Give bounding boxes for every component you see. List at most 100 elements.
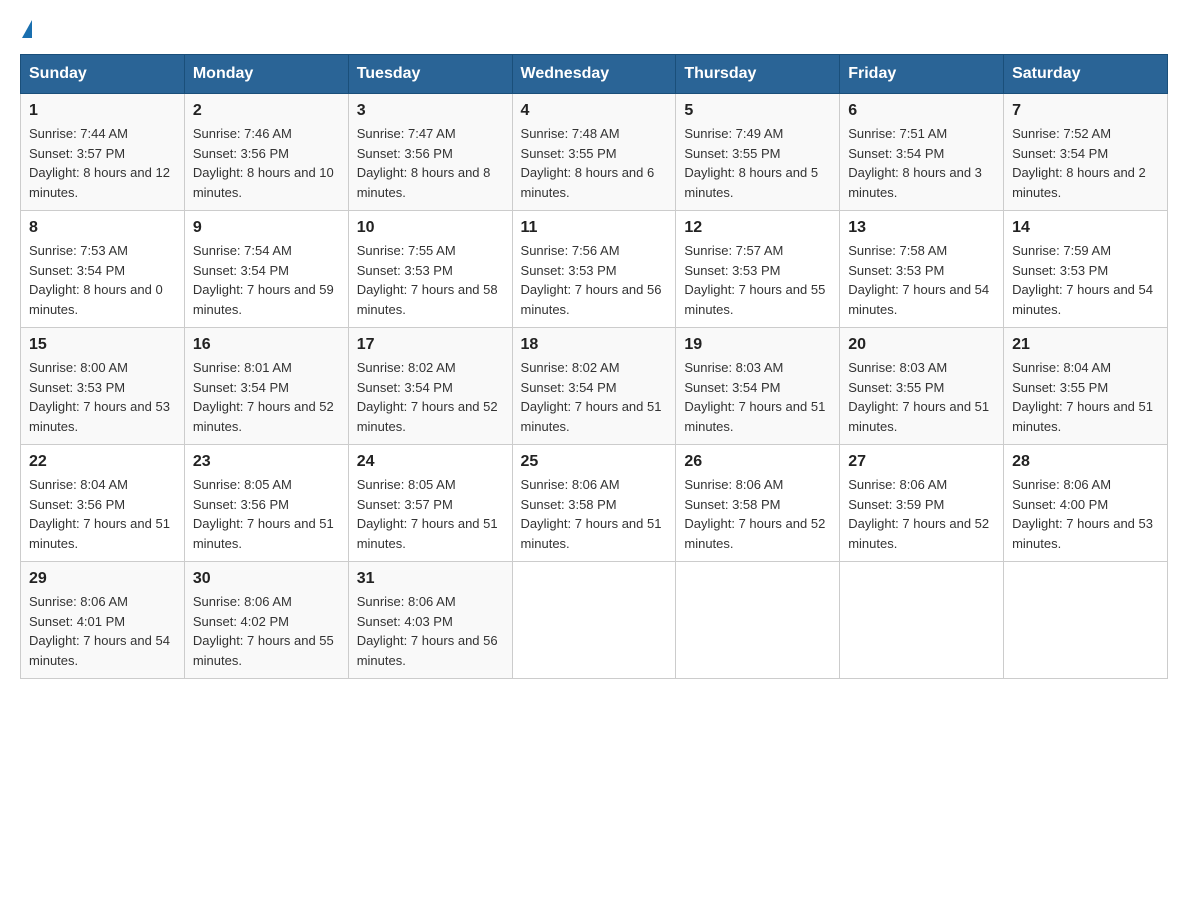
- day-info: Sunrise: 8:05 AM Sunset: 3:56 PM Dayligh…: [193, 475, 340, 553]
- day-of-week-header: Monday: [184, 55, 348, 94]
- day-number: 24: [357, 453, 504, 471]
- day-number: 8: [29, 219, 176, 237]
- calendar-day-cell: 12 Sunrise: 7:57 AM Sunset: 3:53 PM Dayl…: [676, 211, 840, 328]
- calendar-day-cell: 15 Sunrise: 8:00 AM Sunset: 3:53 PM Dayl…: [21, 328, 185, 445]
- day-info: Sunrise: 7:48 AM Sunset: 3:55 PM Dayligh…: [521, 124, 668, 202]
- calendar-table: SundayMondayTuesdayWednesdayThursdayFrid…: [20, 54, 1168, 679]
- day-number: 2: [193, 102, 340, 120]
- day-info: Sunrise: 7:57 AM Sunset: 3:53 PM Dayligh…: [684, 241, 831, 319]
- page-header: [20, 20, 1168, 38]
- calendar-day-cell: 31 Sunrise: 8:06 AM Sunset: 4:03 PM Dayl…: [348, 562, 512, 679]
- day-number: 23: [193, 453, 340, 471]
- day-info: Sunrise: 7:46 AM Sunset: 3:56 PM Dayligh…: [193, 124, 340, 202]
- calendar-day-cell: 20 Sunrise: 8:03 AM Sunset: 3:55 PM Dayl…: [840, 328, 1004, 445]
- day-info: Sunrise: 7:52 AM Sunset: 3:54 PM Dayligh…: [1012, 124, 1159, 202]
- calendar-day-cell: [840, 562, 1004, 679]
- day-of-week-header: Saturday: [1004, 55, 1168, 94]
- day-number: 27: [848, 453, 995, 471]
- calendar-day-cell: 3 Sunrise: 7:47 AM Sunset: 3:56 PM Dayli…: [348, 94, 512, 211]
- day-info: Sunrise: 8:06 AM Sunset: 3:58 PM Dayligh…: [684, 475, 831, 553]
- day-info: Sunrise: 8:06 AM Sunset: 4:02 PM Dayligh…: [193, 592, 340, 670]
- calendar-week-row: 1 Sunrise: 7:44 AM Sunset: 3:57 PM Dayli…: [21, 94, 1168, 211]
- day-number: 30: [193, 570, 340, 588]
- calendar-day-cell: 5 Sunrise: 7:49 AM Sunset: 3:55 PM Dayli…: [676, 94, 840, 211]
- day-info: Sunrise: 8:04 AM Sunset: 3:56 PM Dayligh…: [29, 475, 176, 553]
- day-info: Sunrise: 7:56 AM Sunset: 3:53 PM Dayligh…: [521, 241, 668, 319]
- day-number: 20: [848, 336, 995, 354]
- day-info: Sunrise: 7:44 AM Sunset: 3:57 PM Dayligh…: [29, 124, 176, 202]
- day-number: 21: [1012, 336, 1159, 354]
- day-number: 28: [1012, 453, 1159, 471]
- calendar-header-row: SundayMondayTuesdayWednesdayThursdayFrid…: [21, 55, 1168, 94]
- calendar-week-row: 8 Sunrise: 7:53 AM Sunset: 3:54 PM Dayli…: [21, 211, 1168, 328]
- day-info: Sunrise: 8:03 AM Sunset: 3:54 PM Dayligh…: [684, 358, 831, 436]
- calendar-week-row: 29 Sunrise: 8:06 AM Sunset: 4:01 PM Dayl…: [21, 562, 1168, 679]
- calendar-day-cell: 26 Sunrise: 8:06 AM Sunset: 3:58 PM Dayl…: [676, 445, 840, 562]
- calendar-day-cell: 16 Sunrise: 8:01 AM Sunset: 3:54 PM Dayl…: [184, 328, 348, 445]
- day-number: 25: [521, 453, 668, 471]
- day-number: 26: [684, 453, 831, 471]
- day-info: Sunrise: 7:54 AM Sunset: 3:54 PM Dayligh…: [193, 241, 340, 319]
- day-info: Sunrise: 8:02 AM Sunset: 3:54 PM Dayligh…: [521, 358, 668, 436]
- day-info: Sunrise: 7:55 AM Sunset: 3:53 PM Dayligh…: [357, 241, 504, 319]
- day-number: 18: [521, 336, 668, 354]
- day-number: 9: [193, 219, 340, 237]
- calendar-day-cell: 29 Sunrise: 8:06 AM Sunset: 4:01 PM Dayl…: [21, 562, 185, 679]
- calendar-day-cell: [1004, 562, 1168, 679]
- logo-triangle-icon: [22, 20, 32, 38]
- calendar-body: 1 Sunrise: 7:44 AM Sunset: 3:57 PM Dayli…: [21, 94, 1168, 679]
- calendar-day-cell: 2 Sunrise: 7:46 AM Sunset: 3:56 PM Dayli…: [184, 94, 348, 211]
- day-info: Sunrise: 8:06 AM Sunset: 4:00 PM Dayligh…: [1012, 475, 1159, 553]
- day-info: Sunrise: 8:00 AM Sunset: 3:53 PM Dayligh…: [29, 358, 176, 436]
- day-of-week-header: Wednesday: [512, 55, 676, 94]
- calendar-day-cell: 22 Sunrise: 8:04 AM Sunset: 3:56 PM Dayl…: [21, 445, 185, 562]
- calendar-day-cell: [676, 562, 840, 679]
- day-info: Sunrise: 7:59 AM Sunset: 3:53 PM Dayligh…: [1012, 241, 1159, 319]
- day-of-week-header: Tuesday: [348, 55, 512, 94]
- calendar-day-cell: 23 Sunrise: 8:05 AM Sunset: 3:56 PM Dayl…: [184, 445, 348, 562]
- day-info: Sunrise: 7:53 AM Sunset: 3:54 PM Dayligh…: [29, 241, 176, 319]
- calendar-day-cell: 1 Sunrise: 7:44 AM Sunset: 3:57 PM Dayli…: [21, 94, 185, 211]
- calendar-day-cell: 6 Sunrise: 7:51 AM Sunset: 3:54 PM Dayli…: [840, 94, 1004, 211]
- day-info: Sunrise: 8:06 AM Sunset: 3:59 PM Dayligh…: [848, 475, 995, 553]
- day-number: 10: [357, 219, 504, 237]
- calendar-day-cell: 4 Sunrise: 7:48 AM Sunset: 3:55 PM Dayli…: [512, 94, 676, 211]
- day-number: 7: [1012, 102, 1159, 120]
- calendar-day-cell: 19 Sunrise: 8:03 AM Sunset: 3:54 PM Dayl…: [676, 328, 840, 445]
- day-number: 12: [684, 219, 831, 237]
- day-number: 16: [193, 336, 340, 354]
- calendar-day-cell: 8 Sunrise: 7:53 AM Sunset: 3:54 PM Dayli…: [21, 211, 185, 328]
- calendar-day-cell: 25 Sunrise: 8:06 AM Sunset: 3:58 PM Dayl…: [512, 445, 676, 562]
- calendar-week-row: 15 Sunrise: 8:00 AM Sunset: 3:53 PM Dayl…: [21, 328, 1168, 445]
- calendar-day-cell: 28 Sunrise: 8:06 AM Sunset: 4:00 PM Dayl…: [1004, 445, 1168, 562]
- day-number: 3: [357, 102, 504, 120]
- day-of-week-header: Thursday: [676, 55, 840, 94]
- calendar-day-cell: 7 Sunrise: 7:52 AM Sunset: 3:54 PM Dayli…: [1004, 94, 1168, 211]
- day-info: Sunrise: 8:05 AM Sunset: 3:57 PM Dayligh…: [357, 475, 504, 553]
- day-info: Sunrise: 7:58 AM Sunset: 3:53 PM Dayligh…: [848, 241, 995, 319]
- calendar-day-cell: 27 Sunrise: 8:06 AM Sunset: 3:59 PM Dayl…: [840, 445, 1004, 562]
- calendar-day-cell: 18 Sunrise: 8:02 AM Sunset: 3:54 PM Dayl…: [512, 328, 676, 445]
- calendar-day-cell: 24 Sunrise: 8:05 AM Sunset: 3:57 PM Dayl…: [348, 445, 512, 562]
- day-number: 4: [521, 102, 668, 120]
- day-of-week-header: Sunday: [21, 55, 185, 94]
- day-info: Sunrise: 7:49 AM Sunset: 3:55 PM Dayligh…: [684, 124, 831, 202]
- day-number: 5: [684, 102, 831, 120]
- day-number: 31: [357, 570, 504, 588]
- day-number: 1: [29, 102, 176, 120]
- day-number: 6: [848, 102, 995, 120]
- day-number: 14: [1012, 219, 1159, 237]
- day-info: Sunrise: 8:01 AM Sunset: 3:54 PM Dayligh…: [193, 358, 340, 436]
- day-number: 29: [29, 570, 176, 588]
- calendar-week-row: 22 Sunrise: 8:04 AM Sunset: 3:56 PM Dayl…: [21, 445, 1168, 562]
- calendar-day-cell: 30 Sunrise: 8:06 AM Sunset: 4:02 PM Dayl…: [184, 562, 348, 679]
- calendar-day-cell: 21 Sunrise: 8:04 AM Sunset: 3:55 PM Dayl…: [1004, 328, 1168, 445]
- calendar-day-cell: 11 Sunrise: 7:56 AM Sunset: 3:53 PM Dayl…: [512, 211, 676, 328]
- day-info: Sunrise: 8:06 AM Sunset: 4:01 PM Dayligh…: [29, 592, 176, 670]
- day-number: 19: [684, 336, 831, 354]
- day-info: Sunrise: 7:47 AM Sunset: 3:56 PM Dayligh…: [357, 124, 504, 202]
- day-info: Sunrise: 8:06 AM Sunset: 3:58 PM Dayligh…: [521, 475, 668, 553]
- day-info: Sunrise: 7:51 AM Sunset: 3:54 PM Dayligh…: [848, 124, 995, 202]
- day-info: Sunrise: 8:06 AM Sunset: 4:03 PM Dayligh…: [357, 592, 504, 670]
- day-info: Sunrise: 8:02 AM Sunset: 3:54 PM Dayligh…: [357, 358, 504, 436]
